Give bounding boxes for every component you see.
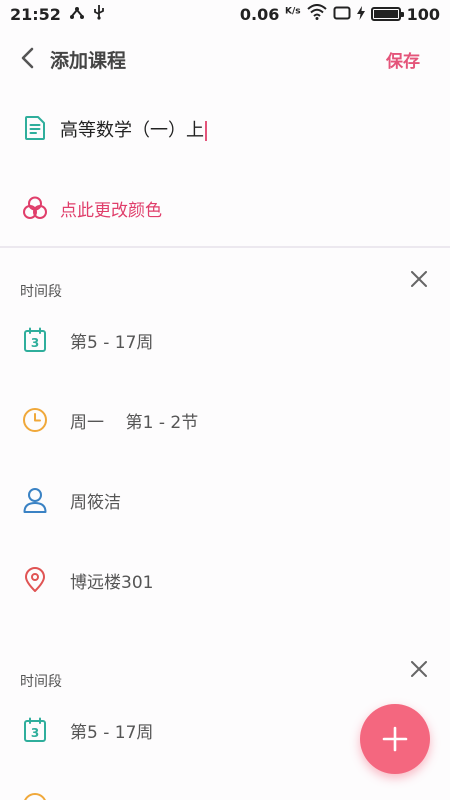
svg-text:3: 3: [31, 336, 39, 350]
status-time: 21:52: [10, 4, 61, 24]
sim-icon: [333, 5, 351, 24]
remove-section-button[interactable]: [408, 268, 430, 290]
time-row[interactable]: 周一 第1 - 2节: [0, 400, 450, 440]
location-row[interactable]: 博远楼301: [0, 560, 450, 600]
clock-icon: [22, 792, 48, 800]
location-text: 博远楼301: [70, 572, 154, 593]
chevron-left-icon: [21, 47, 34, 69]
teacher-text: 周筱洁: [70, 492, 121, 513]
location-pin-icon: [22, 567, 48, 593]
clock-icon: [22, 407, 48, 433]
section-label: 时间段: [20, 284, 62, 300]
svg-text:3: 3: [31, 726, 39, 740]
battery-icon: [370, 7, 404, 21]
network-speed: 0.06 K/s: [239, 4, 301, 24]
close-icon: [411, 661, 427, 677]
person-icon: [22, 487, 48, 513]
usb-debug-icon: [69, 5, 85, 24]
teacher-row[interactable]: 周筱洁: [0, 480, 450, 520]
status-bar: 21:52 0.06 K/s 100: [0, 0, 450, 28]
divider: [0, 246, 450, 248]
add-section-button[interactable]: [360, 704, 430, 774]
calendar-icon: 3: [22, 717, 48, 743]
plus-icon: [382, 726, 408, 752]
section-label: 时间段: [20, 674, 62, 690]
course-name-input[interactable]: 高等数学（一）上: [60, 116, 207, 142]
close-icon: [411, 271, 427, 287]
palette-icon: [22, 195, 48, 221]
usb-icon: [93, 4, 105, 24]
document-icon: [22, 115, 48, 141]
page-title: 添加课程: [50, 50, 127, 72]
battery-level: 100: [406, 4, 440, 24]
wifi-icon: [306, 4, 327, 24]
save-button[interactable]: 保存: [386, 47, 420, 72]
app-header: 添加课程 保存: [0, 38, 450, 78]
time-text: 周一 第1 - 2节: [70, 412, 199, 433]
weeks-row[interactable]: 3 第5 - 17周: [0, 320, 450, 360]
weeks-text: 第5 - 17周: [70, 332, 154, 353]
change-color-label[interactable]: 点此更改颜色: [60, 196, 162, 221]
back-button[interactable]: [14, 44, 40, 72]
text-cursor: [205, 121, 207, 141]
calendar-icon: 3: [22, 327, 48, 353]
weeks-text: 第5 - 17周: [70, 722, 154, 743]
remove-section-button[interactable]: [408, 658, 430, 680]
charging-icon: [356, 5, 365, 24]
